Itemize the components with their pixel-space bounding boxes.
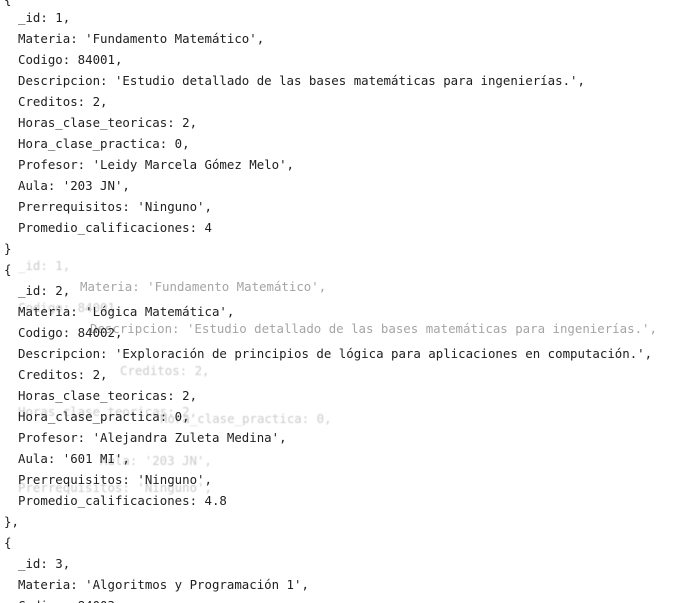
doc1-field-horas-teoricas: Horas_clase_teoricas: 2, <box>18 115 198 130</box>
doc2-field-id: _id: 2, <box>18 283 71 298</box>
doc1-field-descripcion: Descripcion: 'Estudio detallado de las b… <box>18 73 585 88</box>
doc2-field-creditos: Creditos: 2, <box>18 367 108 382</box>
doc2-field-horas-teoricas: Horas_clase_teoricas: 2, <box>18 388 198 403</box>
doc2-field-prerrequisitos: Prerrequisitos: 'Ninguno', <box>18 472 212 487</box>
doc2-field-codigo: Codigo: 84002, <box>18 325 123 340</box>
doc1-field-id: _id: 1, <box>18 10 71 25</box>
doc1-field-aula: Aula: '203 JN', <box>18 178 130 193</box>
doc1-field-promedio: Promedio_calificaciones: 4 <box>18 220 212 235</box>
doc2-field-profesor: Profesor: 'Alejandra Zuleta Medina', <box>18 430 287 445</box>
doc3-field-materia: Materia: 'Algoritmos y Programación 1', <box>18 577 309 592</box>
doc2-field-promedio: Promedio_calificaciones: 4.8 <box>18 493 227 508</box>
doc2-field-aula: Aula: '601 MI', <box>18 451 130 466</box>
doc1-field-prerrequisitos: Prerrequisitos: 'Ninguno', <box>18 199 212 214</box>
doc1-field-creditos: Creditos: 2, <box>18 94 108 109</box>
json-document-viewer: { _id: 1, Materia: 'Fundamento Matemátic… <box>0 0 700 603</box>
ghost-line: Materia: 'Fundamento Matemático', <box>80 279 327 294</box>
doc2-close-brace: }, <box>4 514 19 529</box>
doc1-close-brace: } <box>4 241 12 256</box>
doc1-field-profesor: Profesor: 'Leidy Marcela Gómez Melo', <box>18 157 295 172</box>
doc2-field-hora-practica: Hora_clase_practica: 0, <box>18 409 190 424</box>
ghost-line: _id: 1, <box>18 258 71 273</box>
doc3-field-codigo: Codigo: 84003, <box>18 595 122 603</box>
doc2-open-brace: { <box>4 262 12 277</box>
doc1-field-materia: Materia: 'Fundamento Matemático', <box>18 31 265 46</box>
doc1-field-hora-practica: Hora_clase_practica: 0, <box>18 136 190 151</box>
doc2-field-materia: Materia: 'Lógica Matemática', <box>18 304 235 319</box>
doc2-field-descripcion: Descripcion: 'Exploración de principios … <box>18 346 653 361</box>
doc3-field-id: _id: 3, <box>18 556 71 571</box>
doc3-open-brace: { <box>4 535 12 550</box>
doc1-open-brace: { <box>4 0 11 10</box>
doc1-field-codigo: Codigo: 84001, <box>18 52 123 67</box>
